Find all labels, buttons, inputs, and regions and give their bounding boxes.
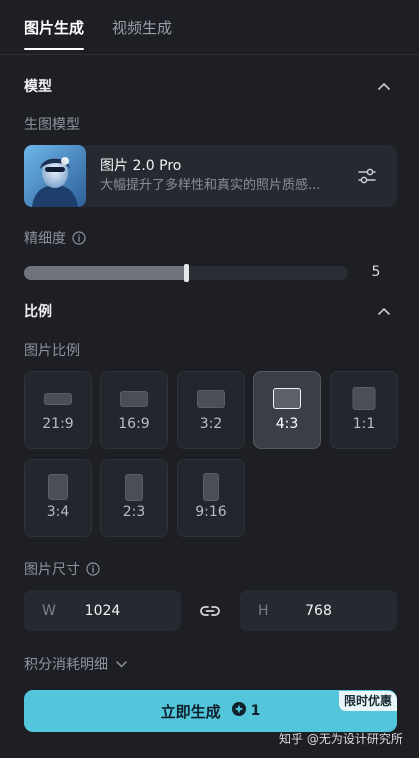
credits-detail-toggle[interactable]: 积分消耗明细	[24, 654, 127, 674]
ratio-label: 21:9	[42, 416, 74, 432]
ratio-shape-icon	[44, 393, 72, 405]
ratio-label: 4:3	[275, 416, 299, 432]
height-value: 768	[305, 602, 332, 619]
ratio-shape-icon	[48, 474, 68, 500]
tab-bar: 图片生成 视频生成	[24, 14, 172, 54]
tab-image-generation[interactable]: 图片生成	[24, 14, 85, 54]
watermark: 知乎 @无为设计研究所	[279, 732, 403, 746]
model-section-title: 模型	[24, 79, 52, 95]
generate-label: 立即生成	[160, 702, 221, 721]
detail-label: 精细度	[24, 228, 86, 248]
ratio-option-16-9[interactable]: 16:9	[100, 371, 168, 449]
ratio-label: 3:4	[46, 504, 70, 520]
width-input[interactable]: W 1024	[24, 590, 181, 631]
ratio-option-21-9[interactable]: 21:9	[24, 371, 92, 449]
ratio-section-title: 比例	[24, 304, 52, 320]
model-field-label: 生图模型	[24, 114, 80, 134]
chevron-up-icon[interactable]	[373, 300, 395, 322]
generate-cost-value: 1	[250, 703, 261, 719]
ratio-shape-icon	[273, 388, 301, 409]
ratio-shape-icon	[203, 473, 219, 501]
info-icon[interactable]	[86, 562, 100, 576]
info-icon[interactable]	[72, 231, 86, 245]
ratio-shape-icon	[125, 474, 143, 501]
model-selector-card[interactable]: 图片 2.0 Pro 大幅提升了多样性和真实的照片质感...	[24, 145, 397, 207]
chevron-down-icon	[116, 656, 127, 672]
generate-cost: 1	[231, 701, 261, 721]
tab-video-generation[interactable]: 视频生成	[112, 14, 172, 54]
ratio-option-9-16[interactable]: 9:16	[177, 459, 245, 537]
generation-panel: 图片生成 视频生成 模型 生图模型 图片 2.0 Pro 大幅提升了多样性和真实…	[0, 0, 419, 758]
size-label-text: 图片尺寸	[24, 562, 80, 578]
ratio-section-header: 比例	[24, 300, 395, 322]
credit-coin-icon	[231, 701, 247, 721]
model-name: 图片 2.0 Pro	[100, 158, 182, 174]
ratio-option-1-1[interactable]: 1:1	[330, 371, 398, 449]
model-description: 大幅提升了多样性和真实的照片质感...	[100, 178, 321, 193]
ratio-label: 3:2	[199, 416, 223, 432]
ratio-option-3-4[interactable]: 3:4	[24, 459, 92, 537]
width-value: 1024	[84, 602, 121, 619]
ratio-label: 2:3	[122, 504, 146, 520]
detail-slider[interactable]	[24, 264, 348, 282]
ratio-field-label-text: 图片比例	[24, 343, 80, 359]
ratio-shape-icon	[352, 387, 376, 410]
chevron-up-icon[interactable]	[373, 75, 395, 97]
credits-label: 积分消耗明细	[24, 657, 108, 673]
model-section-header: 模型	[24, 75, 395, 97]
ratio-option-3-2[interactable]: 3:2	[177, 371, 245, 449]
ratio-option-4-3[interactable]: 4:3	[253, 371, 321, 449]
ratio-label: 1:1	[352, 416, 376, 432]
model-field-label-text: 生图模型	[24, 117, 80, 133]
model-info: 图片 2.0 Pro 大幅提升了多样性和真实的照片质感...	[100, 156, 347, 196]
height-input[interactable]: H 768	[240, 590, 397, 631]
ratio-shape-icon	[120, 391, 148, 407]
detail-slider-fill	[24, 266, 186, 280]
ratio-option-2-3[interactable]: 2:3	[100, 459, 168, 537]
link-icon[interactable]	[196, 598, 224, 624]
ratio-shape-icon	[197, 390, 225, 408]
sliders-icon[interactable]	[347, 156, 387, 196]
ratio-label: 16:9	[118, 416, 150, 432]
ratio-field-label: 图片比例	[24, 340, 80, 360]
size-label: 图片尺寸	[24, 559, 100, 579]
ratio-label: 9:16	[195, 504, 227, 520]
promo-badge: 限时优惠	[339, 691, 398, 711]
detail-slider-handle[interactable]	[184, 264, 189, 282]
model-thumbnail	[24, 145, 86, 207]
tabs-divider	[0, 54, 419, 55]
detail-label-text: 精细度	[24, 231, 66, 247]
detail-value: 5	[371, 264, 381, 280]
